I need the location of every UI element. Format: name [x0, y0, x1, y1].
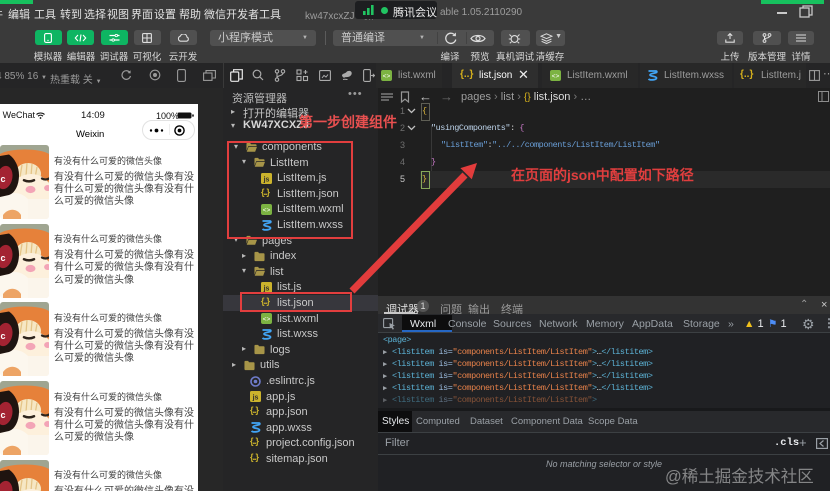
svg-text:<>: <> [552, 73, 560, 80]
svg-text:<>: <> [383, 73, 391, 80]
svg-text:js: js [252, 395, 259, 402]
svg-text:<>: <> [263, 316, 271, 323]
